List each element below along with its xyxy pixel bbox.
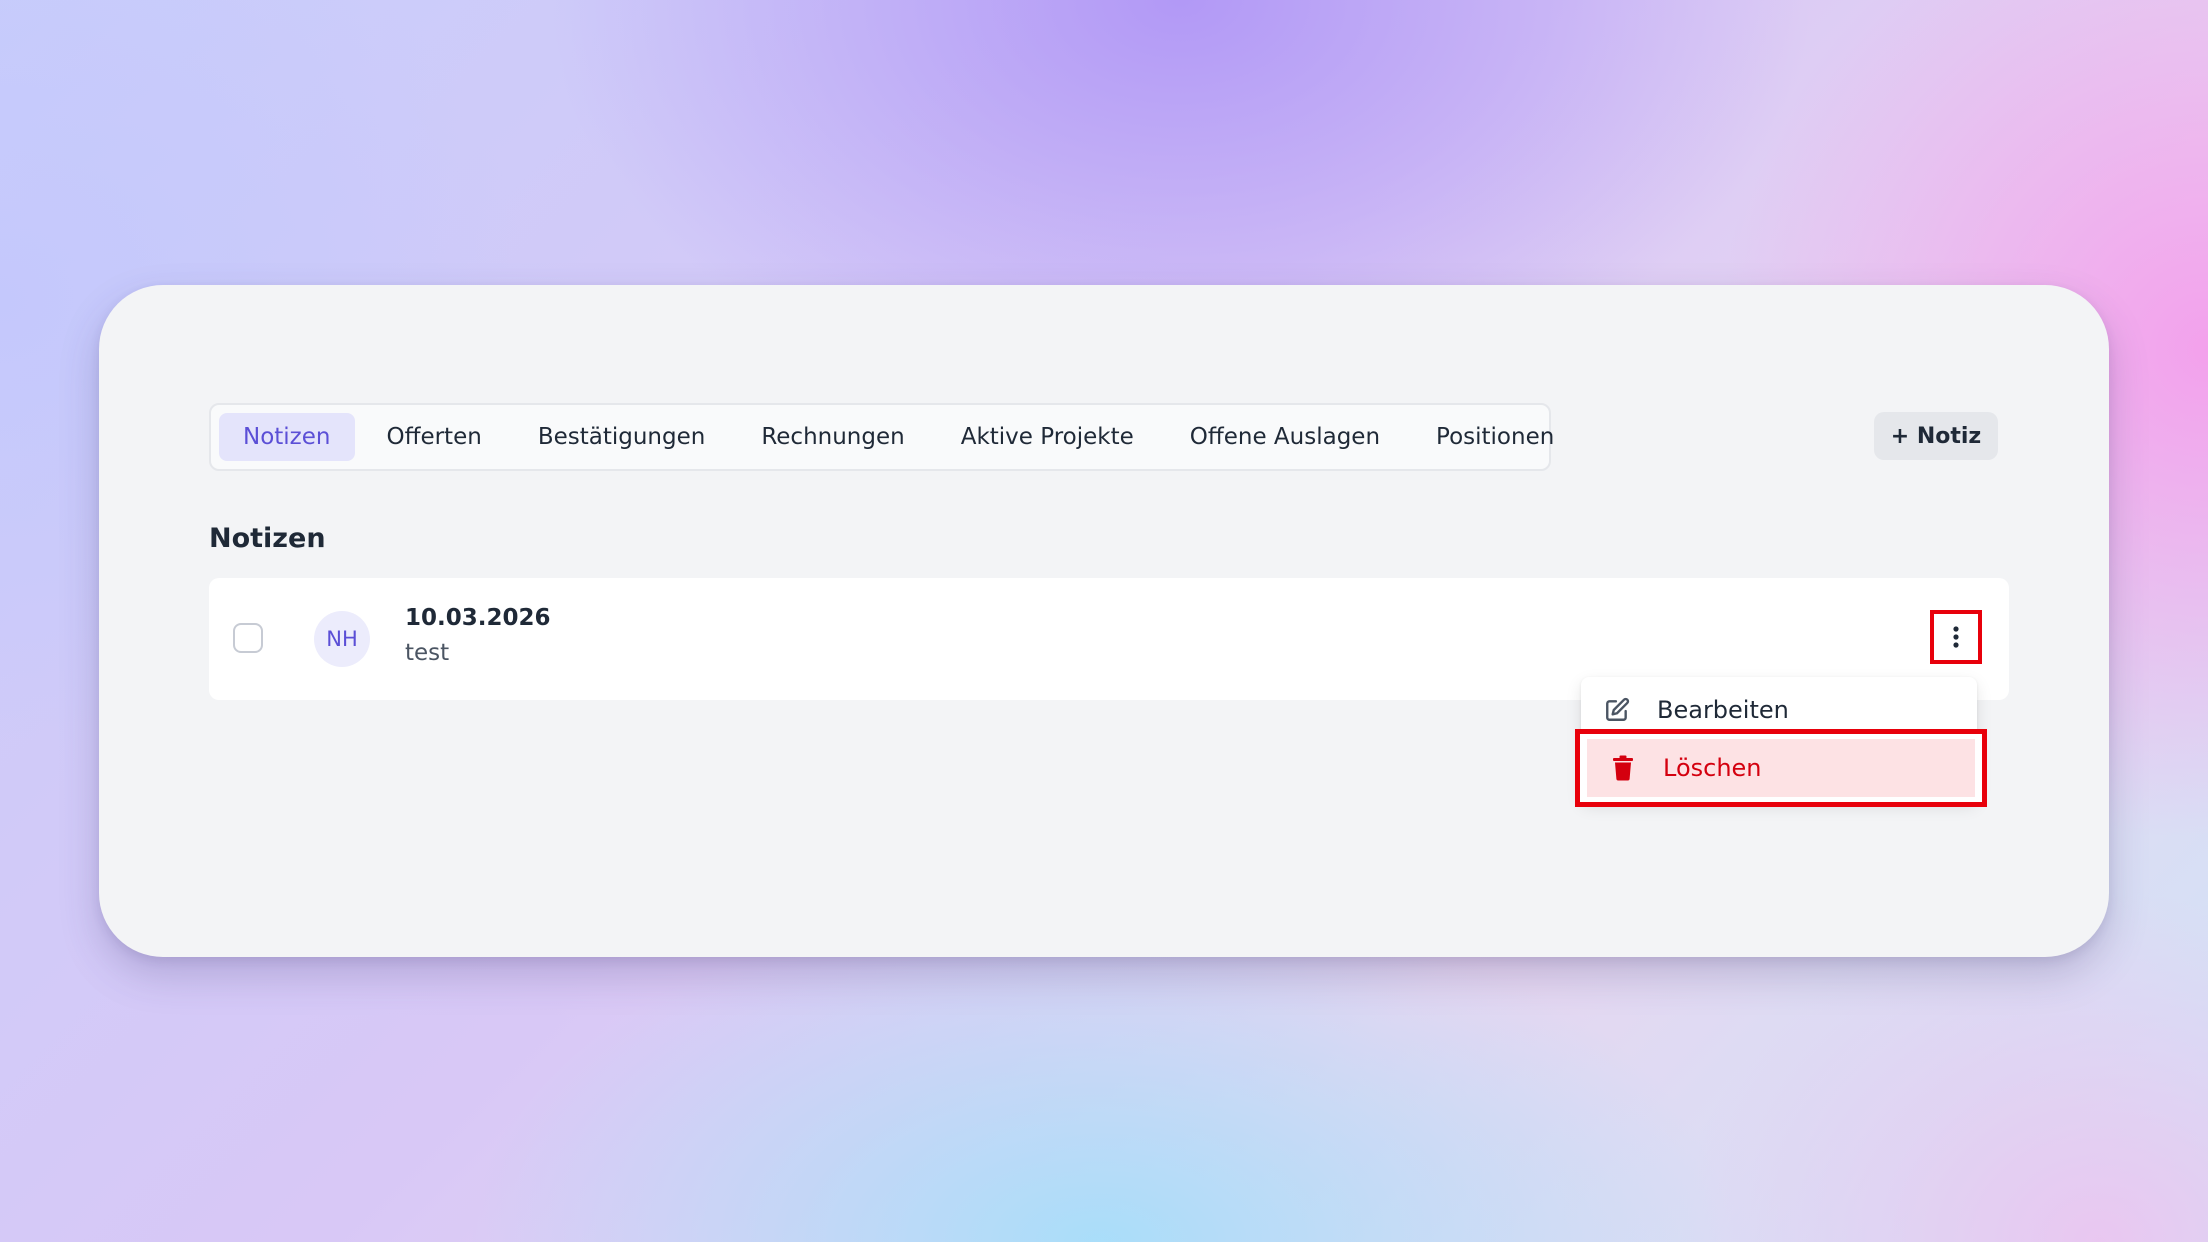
avatar: NH <box>314 611 370 667</box>
menu-item-label: Bearbeiten <box>1657 696 1789 724</box>
tab-bestaetigungen[interactable]: Bestätigungen <box>514 413 730 461</box>
edit-icon <box>1603 696 1631 724</box>
tab-offerten[interactable]: Offerten <box>363 413 506 461</box>
tab-notizen[interactable]: Notizen <box>219 413 355 461</box>
section-title: Notizen <box>209 523 326 554</box>
more-actions-button[interactable] <box>1930 610 1982 664</box>
tab-aktive-projekte[interactable]: Aktive Projekte <box>937 413 1158 461</box>
notes-panel: Notizen Offerten Bestätigungen Rechnunge… <box>99 285 2109 957</box>
menu-item-label: Löschen <box>1663 754 1762 782</box>
menu-item-delete[interactable]: Löschen <box>1587 739 1975 797</box>
tab-rechnungen[interactable]: Rechnungen <box>737 413 928 461</box>
delete-highlight-frame: Löschen <box>1575 729 1987 807</box>
note-select-checkbox[interactable] <box>233 623 263 653</box>
note-date: 10.03.2026 <box>405 605 551 631</box>
trash-icon <box>1609 754 1637 782</box>
add-note-button[interactable]: + Notiz <box>1874 412 1998 460</box>
note-text: test <box>405 640 450 666</box>
tab-bar: Notizen Offerten Bestätigungen Rechnunge… <box>209 403 1554 471</box>
more-vertical-icon <box>1953 626 1959 648</box>
tab-positionen[interactable]: Positionen <box>1412 413 1578 461</box>
tab-offene-auslagen[interactable]: Offene Auslagen <box>1166 413 1404 461</box>
